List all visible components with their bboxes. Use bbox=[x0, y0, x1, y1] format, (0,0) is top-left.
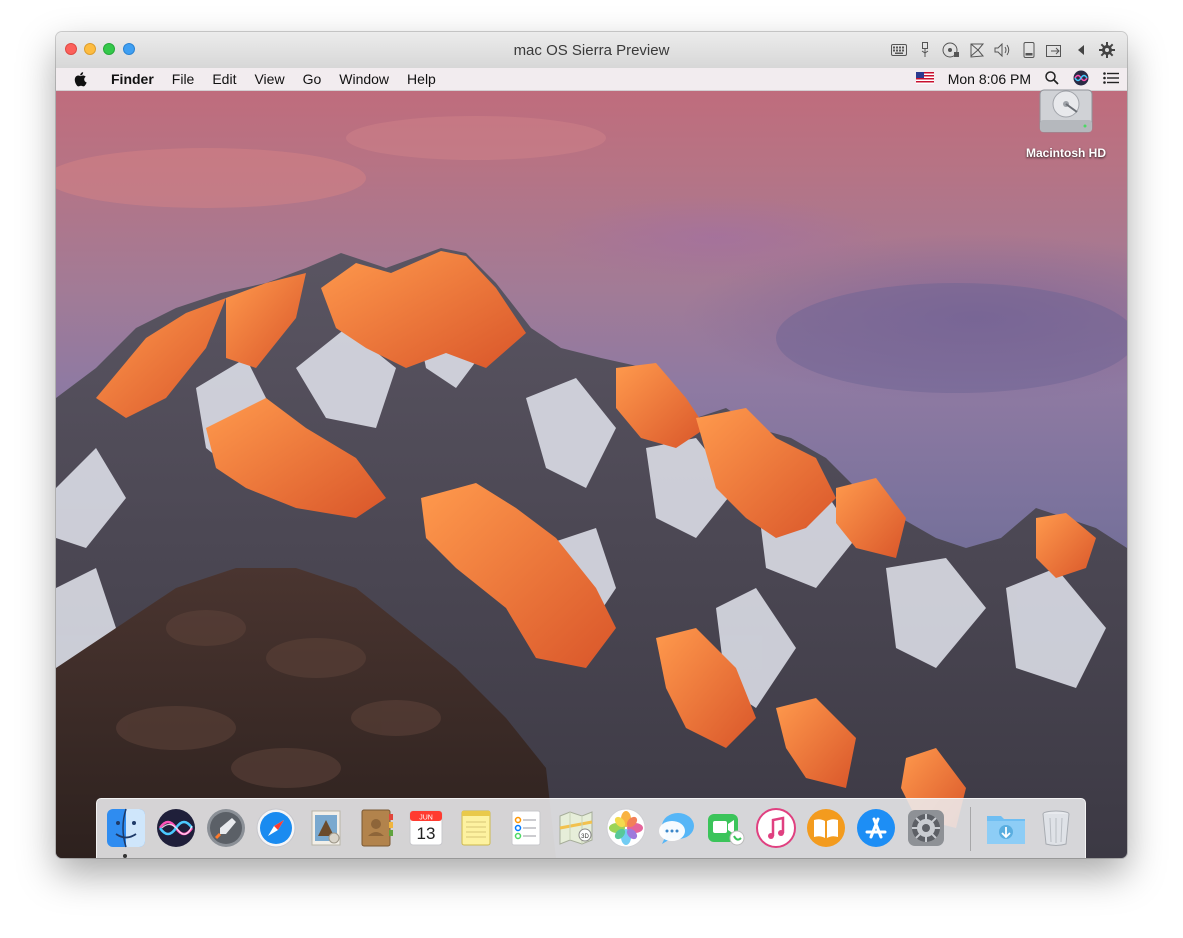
dock-mail-icon[interactable] bbox=[305, 807, 347, 849]
gear-icon[interactable] bbox=[1097, 40, 1117, 60]
dock-system-preferences-icon[interactable] bbox=[905, 807, 947, 849]
keyboard-icon[interactable] bbox=[889, 40, 909, 60]
dock-reminders-icon[interactable] bbox=[505, 807, 547, 849]
svg-text:3D: 3D bbox=[581, 834, 589, 840]
vm-window: mac OS Sierra Preview Finder File Edit V… bbox=[56, 32, 1127, 858]
dock-finder-icon[interactable] bbox=[105, 807, 147, 849]
dock-separator bbox=[970, 807, 971, 851]
network-icon[interactable] bbox=[967, 40, 987, 60]
us-flag-icon[interactable] bbox=[915, 71, 934, 87]
menu-help[interactable]: Help bbox=[398, 68, 445, 90]
device-icon[interactable] bbox=[1019, 40, 1039, 60]
apple-icon[interactable] bbox=[74, 71, 96, 87]
macintosh-hd-label: Macintosh HD bbox=[1025, 146, 1106, 160]
dock-launchpad-icon[interactable] bbox=[205, 807, 247, 849]
dock-facetime-icon[interactable] bbox=[705, 807, 747, 849]
menu-window[interactable]: Window bbox=[330, 68, 398, 90]
finder-running-indicator bbox=[123, 854, 127, 858]
menu-go[interactable]: Go bbox=[294, 68, 331, 90]
dock-app-store-icon[interactable] bbox=[855, 807, 897, 849]
hard-drive-icon bbox=[1037, 82, 1095, 140]
dock-ibooks-icon[interactable] bbox=[805, 807, 847, 849]
menu-app-finder[interactable]: Finder bbox=[102, 68, 163, 90]
share-icon[interactable] bbox=[1045, 40, 1065, 60]
disc-icon[interactable] bbox=[941, 40, 961, 60]
dock-photos-icon[interactable] bbox=[605, 807, 647, 849]
dock-contacts-icon[interactable] bbox=[355, 807, 397, 849]
menu-view[interactable]: View bbox=[245, 68, 293, 90]
volume-icon[interactable] bbox=[993, 40, 1013, 60]
vm-toolbar bbox=[889, 40, 1117, 60]
dock-safari-icon[interactable] bbox=[255, 807, 297, 849]
dock-itunes-icon[interactable] bbox=[755, 807, 797, 849]
dock-messages-icon[interactable] bbox=[655, 807, 697, 849]
calendar-day: 13 bbox=[417, 824, 436, 843]
dock-maps-icon[interactable]: 3D bbox=[555, 807, 597, 849]
calendar-month: JUN bbox=[419, 815, 433, 822]
dock-siri-icon[interactable] bbox=[155, 807, 197, 849]
desktop[interactable]: Finder File Edit View Go Window Help Mon… bbox=[56, 68, 1127, 858]
dock-trash-icon[interactable] bbox=[1035, 807, 1077, 849]
usb-icon[interactable] bbox=[915, 40, 935, 60]
dock: JUN 13 3D bbox=[96, 798, 1086, 858]
wallpaper bbox=[56, 116, 1127, 858]
collapse-arrow-icon[interactable] bbox=[1071, 40, 1091, 60]
menu-bar: Finder File Edit View Go Window Help Mon… bbox=[56, 68, 1127, 91]
dock-downloads-folder-icon[interactable] bbox=[985, 807, 1027, 849]
macintosh-hd-desktop-icon[interactable]: Macintosh HD bbox=[1016, 82, 1116, 160]
title-bar[interactable]: mac OS Sierra Preview bbox=[56, 32, 1127, 69]
dock-calendar-icon[interactable]: JUN 13 bbox=[405, 807, 447, 849]
dock-notes-icon[interactable] bbox=[455, 807, 497, 849]
menu-edit[interactable]: Edit bbox=[203, 68, 245, 90]
menu-file[interactable]: File bbox=[163, 68, 204, 90]
